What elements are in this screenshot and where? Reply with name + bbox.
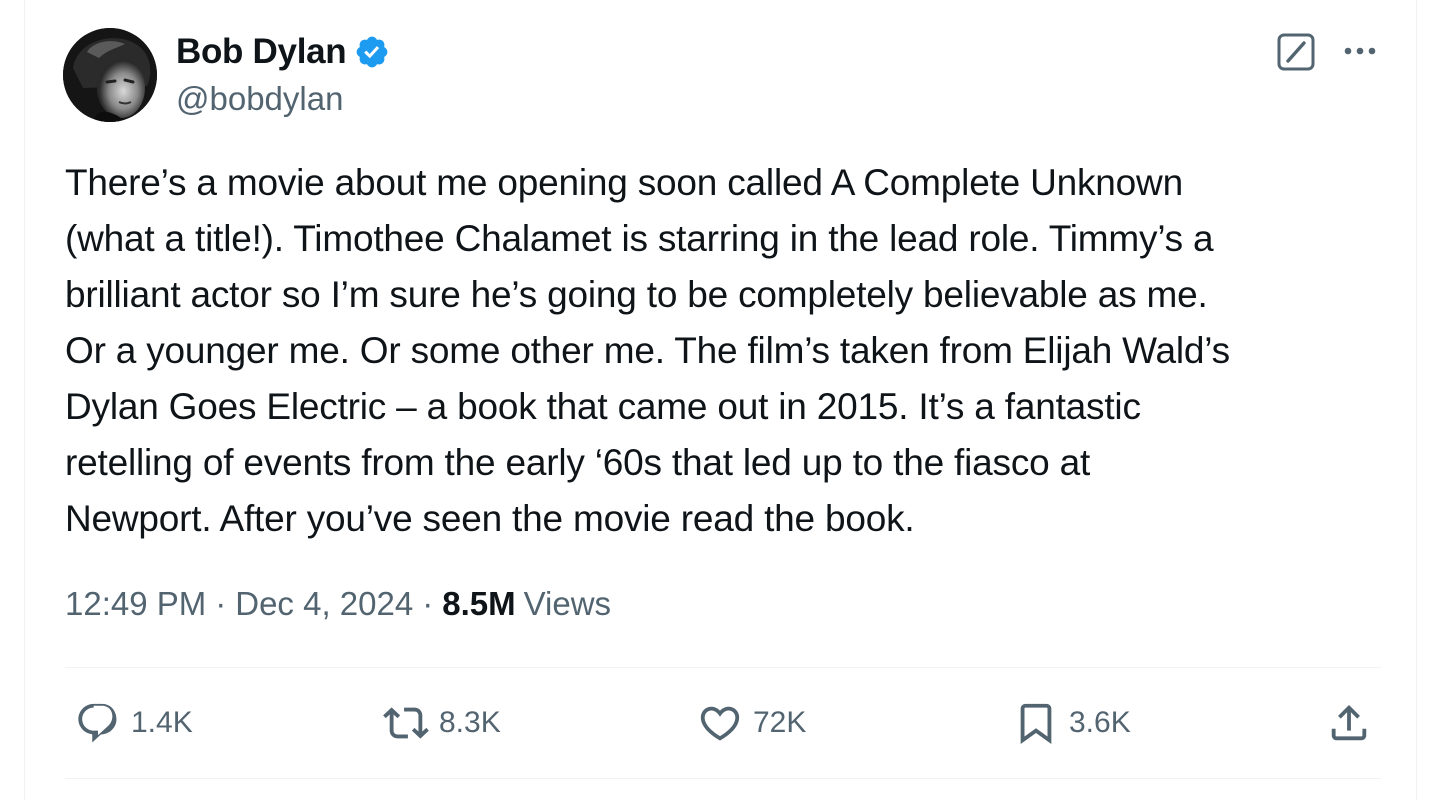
author-display-name[interactable]: Bob Dylan: [176, 32, 347, 72]
views-label[interactable]: Views: [524, 585, 611, 623]
grok-button[interactable]: [1277, 33, 1315, 71]
reply-count: 1.4K: [131, 706, 193, 739]
bookmark-button[interactable]: 3.6K: [1013, 695, 1131, 751]
like-count: 72K: [753, 706, 807, 739]
meta-separator: ·: [215, 585, 227, 622]
repost-button[interactable]: 8.3K: [383, 695, 501, 751]
views-count[interactable]: 8.5M: [442, 585, 515, 623]
meta-separator: ·: [422, 585, 434, 622]
grok-icon: [1277, 33, 1315, 71]
tweet-date[interactable]: Dec 4, 2024: [235, 585, 413, 623]
bookmark-count: 3.6K: [1069, 706, 1131, 739]
heart-icon: [700, 706, 740, 741]
avatar[interactable]: [63, 28, 157, 122]
share-button[interactable]: [1326, 695, 1372, 751]
action-bar: 1.4K 8.3K 72K 3.6K: [65, 695, 1381, 751]
verified-badge-icon[interactable]: [354, 34, 390, 70]
profile-photo: [63, 28, 157, 122]
tweet-card: Bob Dylan @bobdylan There’s a movie abou…: [24, 0, 1417, 800]
divider: [65, 778, 1381, 779]
tweet-time[interactable]: 12:49 PM: [65, 585, 206, 623]
more-horizontal-icon: [1344, 47, 1376, 55]
reply-button[interactable]: 1.4K: [75, 695, 193, 751]
reply-icon: [78, 703, 117, 743]
repost-count: 8.3K: [439, 706, 501, 739]
like-button[interactable]: 72K: [697, 695, 806, 751]
more-button[interactable]: [1340, 36, 1380, 66]
share-icon: [1331, 704, 1367, 741]
repost-icon: [383, 707, 429, 739]
tweet-text: There’s a movie about me opening soon ca…: [65, 162, 1230, 539]
author-handle[interactable]: @bobdylan: [176, 80, 343, 118]
tweet-meta: 12:49 PM · Dec 4, 2024 · 8.5M Views: [65, 585, 611, 623]
divider: [65, 667, 1381, 668]
author-name-row: Bob Dylan: [176, 30, 390, 74]
bookmark-icon: [1020, 703, 1052, 744]
